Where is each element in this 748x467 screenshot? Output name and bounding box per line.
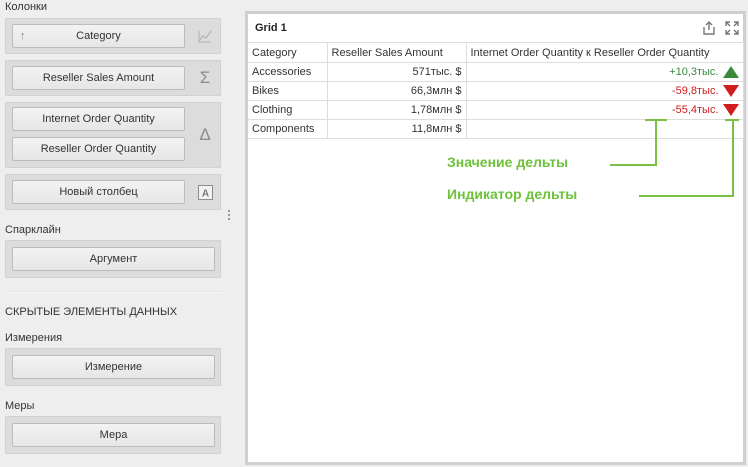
sparkline-group: Аргумент <box>5 240 221 278</box>
delta-value-callout-horizontal <box>610 164 657 166</box>
panel-splitter-handle[interactable] <box>228 210 231 224</box>
delta-target-field-button[interactable]: Reseller Order Quantity <box>12 137 185 161</box>
delta-target-field-label: Reseller Order Quantity <box>40 143 157 155</box>
table-row[interactable]: Accessories 571тыс. $ +10,3тыс. <box>248 62 744 82</box>
sales-field-button[interactable]: Reseller Sales Amount <box>12 66 185 90</box>
delta-value: -59,8тыс. <box>671 85 719 97</box>
sales-cell: 571тыс. $ <box>327 62 467 82</box>
delta-value: +10,3тыс. <box>669 66 719 78</box>
category-cell: Components <box>248 119 328 139</box>
column-group-sales: Reseller Sales Amount Σ <box>5 60 221 96</box>
category-field-label: Category <box>76 30 121 42</box>
dimension-button[interactable]: Измерение <box>12 355 215 379</box>
new-column-label: Новый столбец <box>59 186 138 198</box>
chart-icon[interactable] <box>194 25 216 47</box>
dimension-button-label: Измерение <box>84 361 143 373</box>
delta-value-annotation: Значение дельты <box>447 154 569 170</box>
delta-cell: -59,8тыс. <box>466 81 744 101</box>
category-cell: Bikes <box>248 81 328 101</box>
grid-header-row: Category Reseller Sales Amount Internet … <box>248 42 744 63</box>
delta-indicator-callout-bracket <box>725 119 739 121</box>
column-header-category[interactable]: Category <box>248 42 328 63</box>
delta-indicator-callout-vertical <box>732 119 734 197</box>
category-field-button[interactable]: ↑ Category <box>12 24 185 48</box>
category-cell: Accessories <box>248 62 328 82</box>
delta-cell: +10,3тыс. <box>466 62 744 82</box>
delta-cell: -55,4тыс. <box>466 100 744 120</box>
measure-button-label: Мера <box>99 429 128 441</box>
sales-cell: 11,8млн $ <box>327 119 467 139</box>
delta-up-indicator-icon <box>722 66 739 78</box>
delta-value-callout-vertical <box>655 119 657 166</box>
table-row[interactable]: Components 11,8млн $ <box>248 119 744 139</box>
delta-cell <box>466 119 744 139</box>
sigma-icon[interactable]: Σ <box>194 67 216 89</box>
delta-value-callout-bracket <box>645 119 667 121</box>
sales-field-label: Reseller Sales Amount <box>42 72 155 84</box>
sort-ascending-icon: ↑ <box>20 30 26 42</box>
column-header-sales[interactable]: Reseller Sales Amount <box>327 42 467 63</box>
text-column-icon[interactable]: A <box>194 181 216 203</box>
delta-actual-field-label: Internet Order Quantity <box>42 113 155 125</box>
delta-icon[interactable]: Δ <box>194 124 216 146</box>
column-group-new: Новый столбец A <box>5 174 221 210</box>
column-header-delta[interactable]: Internet Order Quantity к Reseller Order… <box>466 42 744 63</box>
grid-title: Grid 1 <box>255 22 287 34</box>
sales-cell: 1,78млн $ <box>327 100 467 120</box>
dimensions-group: Измерение <box>5 348 221 386</box>
argument-button-label: Аргумент <box>89 253 138 265</box>
svg-text:A: A <box>201 188 208 199</box>
dimensions-section-label: Измерения <box>5 332 63 344</box>
delta-indicator-callout-horizontal <box>639 195 734 197</box>
delta-actual-field-button[interactable]: Internet Order Quantity <box>12 107 185 131</box>
sparkline-section-label: Спарклайн <box>5 224 61 236</box>
table-row[interactable]: Clothing 1,78млн $ -55,4тыс. <box>248 100 744 120</box>
maximize-icon[interactable] <box>724 20 740 36</box>
argument-button[interactable]: Аргумент <box>12 247 215 271</box>
columns-section-label: Колонки <box>5 1 47 13</box>
table-row[interactable]: Bikes 66,3млн $ -59,8тыс. <box>248 81 744 101</box>
measures-group: Мера <box>5 416 221 454</box>
delta-down-indicator-icon <box>722 104 739 116</box>
data-grid: Category Reseller Sales Amount Internet … <box>248 42 744 139</box>
delta-down-indicator-icon <box>722 85 739 97</box>
section-separator <box>5 291 221 293</box>
new-column-button[interactable]: Новый столбец <box>12 180 185 204</box>
measure-button[interactable]: Мера <box>12 423 215 447</box>
delta-value: -55,4тыс. <box>671 104 719 116</box>
export-icon[interactable] <box>701 20 717 36</box>
category-cell: Clothing <box>248 100 328 120</box>
column-group-delta: Internet Order Quantity Reseller Order Q… <box>5 102 221 168</box>
grid-panel: Grid 1 Category Reseller Sales Amount In… <box>245 11 746 465</box>
sales-cell: 66,3млн $ <box>327 81 467 101</box>
hidden-data-items-header: СКРЫТЫЕ ЭЛЕМЕНТЫ ДАННЫХ <box>5 306 178 318</box>
measures-section-label: Меры <box>5 400 35 412</box>
delta-indicator-annotation: Индикатор дельты <box>447 186 578 202</box>
column-group-category: ↑ Category <box>5 18 221 54</box>
